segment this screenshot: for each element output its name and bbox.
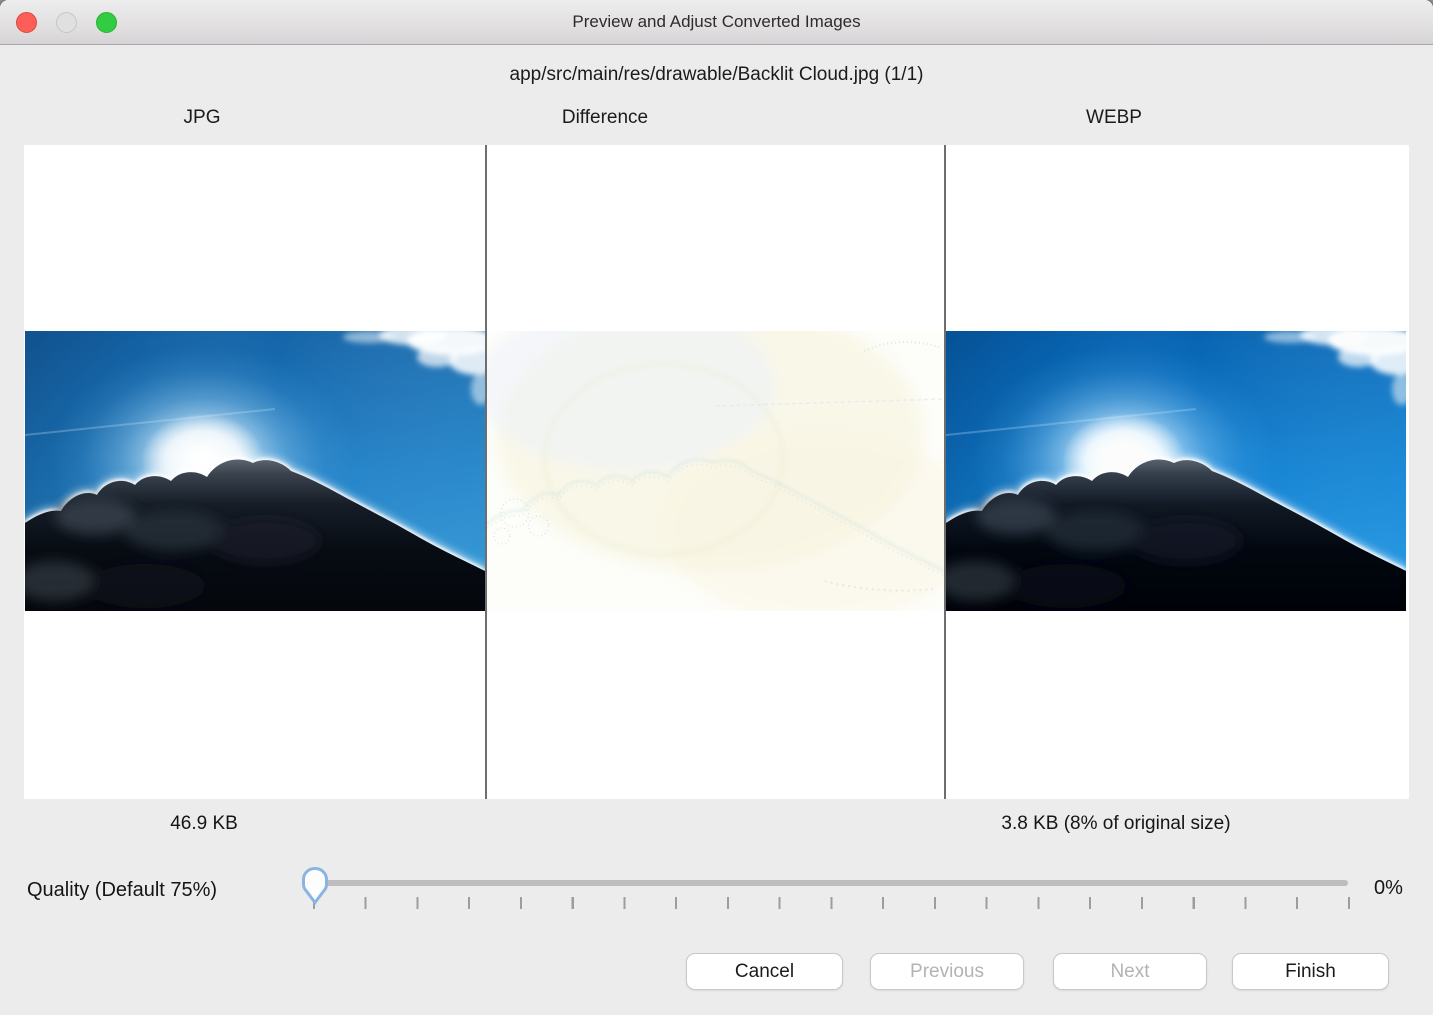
quality-slider-ticks bbox=[313, 897, 1350, 909]
traffic-lights bbox=[16, 12, 117, 33]
column-header-jpg: JPG bbox=[184, 107, 221, 129]
jpg-size-label: 46.9 KB bbox=[170, 813, 238, 835]
webp-preview-image bbox=[946, 331, 1406, 611]
cancel-button[interactable]: Cancel bbox=[686, 953, 843, 990]
difference-preview-image bbox=[487, 331, 944, 611]
title-bar[interactable]: Preview and Adjust Converted Images bbox=[0, 0, 1433, 45]
preview-area bbox=[24, 145, 1409, 799]
quality-slider-track[interactable] bbox=[313, 880, 1348, 886]
minimize-button[interactable] bbox=[56, 12, 77, 33]
dialog-window: Preview and Adjust Converted Images app/… bbox=[0, 0, 1433, 1015]
column-header-difference: Difference bbox=[562, 107, 648, 129]
quality-slider-thumb[interactable] bbox=[299, 866, 331, 906]
next-button[interactable]: Next bbox=[1053, 953, 1207, 990]
window-title: Preview and Adjust Converted Images bbox=[0, 0, 1433, 44]
quality-label: Quality (Default 75%) bbox=[27, 879, 217, 902]
zoom-button[interactable] bbox=[96, 12, 117, 33]
webp-size-label: 3.8 KB (8% of original size) bbox=[1001, 813, 1230, 835]
finish-button[interactable]: Finish bbox=[1232, 953, 1389, 990]
quality-value-label: 0% bbox=[1374, 877, 1403, 900]
file-path-label: app/src/main/res/drawable/Backlit Cloud.… bbox=[0, 64, 1433, 86]
close-button[interactable] bbox=[16, 12, 37, 33]
jpg-preview-image bbox=[25, 331, 485, 611]
previous-button[interactable]: Previous bbox=[870, 953, 1024, 990]
column-header-webp: WEBP bbox=[1086, 107, 1142, 129]
